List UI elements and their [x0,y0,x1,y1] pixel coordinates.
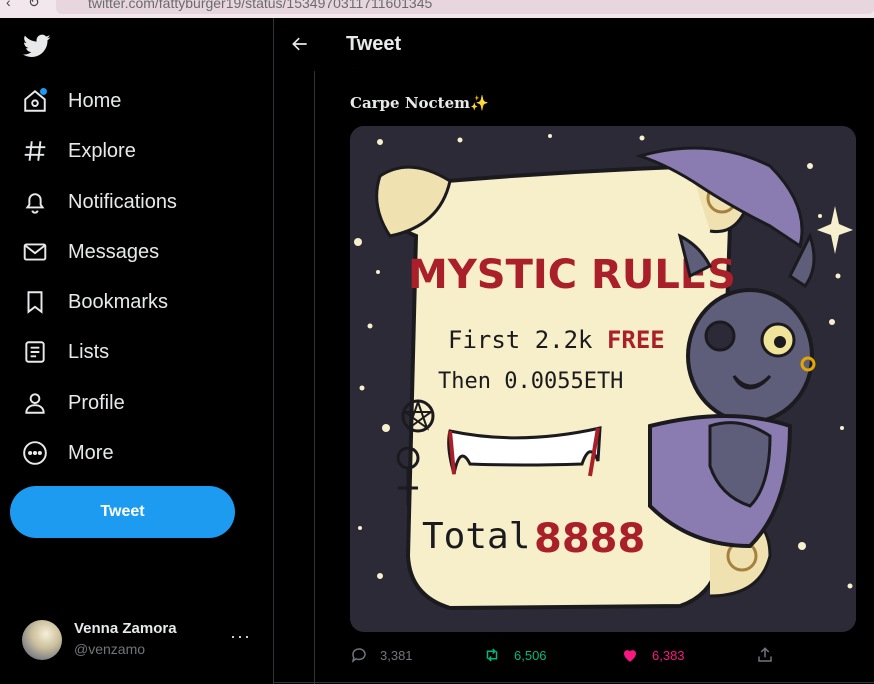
heart-icon [624,650,636,662]
twitter-bird-icon[interactable] [22,32,52,60]
retweet-count: 6,506 [514,647,547,663]
url-text: twitter.com/fattyburger19/status/1534970… [88,0,433,11]
artwork-total-label: Total [422,516,530,557]
back-chevron-icon[interactable]: ‹ [6,0,11,10]
sidebar-item-label: More [68,441,114,464]
retweet-icon [486,648,498,662]
tweet-text: Carpe Noctem✨ [350,94,489,112]
reply-button[interactable]: 3,381 [350,642,413,668]
bookmark-icon [18,288,52,316]
sidebar-item-label: Home [68,89,122,112]
share-button[interactable] [756,642,786,668]
sidebar-item-lists[interactable]: Lists [18,330,109,374]
reply-icon [351,648,366,663]
account-handle: @venzamo [74,641,146,657]
tweet-divider [274,682,874,683]
artwork-total-value: 8888 [534,516,645,562]
sidebar-item-label: Messages [68,240,160,263]
sidebar-item-label: Explore [68,139,136,162]
sidebar-item-explore[interactable]: Explore [18,129,136,173]
sidebar-item-label: Notifications [68,190,177,213]
sidebar-item-notifications[interactable]: Notifications [18,180,177,224]
browser-url-bar: ‹ ↻ twitter.com/fattyburger19/status/153… [0,0,874,18]
share-icon [758,647,772,662]
more-horizontal-icon[interactable]: ··· [230,626,251,647]
bat-head [686,288,814,424]
main-column: · Carpe Noctem✨ MYSTIC RULES Fir [274,18,874,684]
like-button[interactable]: 6,383 [620,642,685,668]
sidebar-item-more[interactable]: More [18,431,114,475]
account-switcher[interactable]: Venna Zamora @venzamo ··· [22,618,262,662]
avatar [22,620,62,660]
artwork-line2: Then 0.0055ETH [438,369,623,394]
mystic-rules-artwork: MYSTIC RULES First 2.2k FREE Then 0.0055… [350,126,856,632]
sidebar-item-label: Lists [68,340,110,363]
sparkles-emoji: ✨ [470,94,489,112]
tweet-image[interactable]: MYSTIC RULES First 2.2k FREE Then 0.0055… [350,126,856,632]
compose-tweet-button[interactable]: Tweet [10,486,235,538]
person-icon [18,389,52,417]
sidebar-item-home[interactable]: Home [18,79,121,123]
sidebar-item-bookmarks[interactable]: Bookmarks [18,280,168,324]
left-sidebar: Home Explore Notifications Messages Book… [0,18,273,684]
page-title: Tweet [346,33,402,55]
main-header: Tweet [274,18,874,71]
more-circle-icon [18,439,52,467]
back-arrow-icon[interactable] [290,34,310,54]
bell-icon [18,188,52,216]
tweet-action-bar: 3,381 6,506 6,383 [350,642,870,668]
list-icon [18,338,52,366]
retweet-button[interactable]: 6,506 [482,642,547,668]
like-count: 6,383 [652,647,685,663]
reply-count: 3,381 [380,647,413,663]
envelope-icon [18,238,52,266]
tweet-body: Carpe Noctem [350,94,471,112]
sidebar-item-label: Profile [68,391,125,414]
notification-dot [40,88,47,95]
sidebar-item-profile[interactable]: Profile [18,381,125,425]
hashtag-icon [18,137,52,165]
home-icon [18,87,52,115]
account-name: Venna Zamora [74,620,177,637]
reload-icon[interactable]: ↻ [28,0,40,11]
artwork-line1: First 2.2k FREE [448,326,665,354]
sidebar-item-label: Bookmarks [68,290,169,313]
thread-line [314,71,315,684]
sidebar-item-messages[interactable]: Messages [18,230,159,274]
